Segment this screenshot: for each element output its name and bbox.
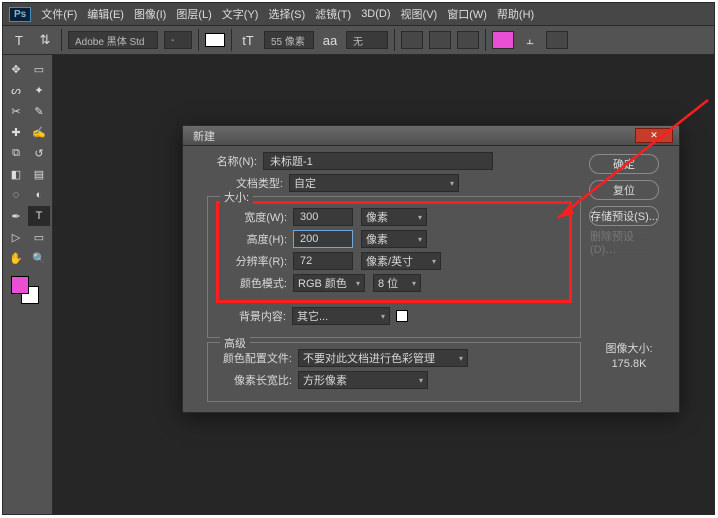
menubar: Ps 文件(F) 编辑(E) 图像(I) 图层(L) 文字(Y) 选择(S) 滤… xyxy=(3,3,714,25)
text-color-swatch[interactable] xyxy=(492,31,514,49)
menu-help[interactable]: 帮助(H) xyxy=(497,6,534,22)
image-size-label: 图像大小: xyxy=(589,340,669,356)
history-brush-tool[interactable]: ↺ xyxy=(28,143,50,163)
colormode-label: 颜色模式: xyxy=(225,275,293,291)
path-tool[interactable]: ▷ xyxy=(5,227,27,247)
menu-view[interactable]: 视图(V) xyxy=(401,6,438,22)
save-preset-button[interactable]: 存储预设(S)... xyxy=(589,206,659,226)
background-select[interactable]: 其它... xyxy=(292,307,390,325)
marquee-tool[interactable]: ▭ xyxy=(28,59,50,79)
zoom-tool[interactable]: 🔍 xyxy=(28,248,50,268)
antialias-icon: aa xyxy=(320,30,340,50)
ps-logo: Ps xyxy=(9,7,31,22)
menu-image[interactable]: 图像(I) xyxy=(134,6,166,22)
move-tool[interactable]: ✥ xyxy=(5,59,27,79)
size-icon: tT xyxy=(238,30,258,50)
toolbox: ✥▭ ᔕ✦ ✂✎ ✚✍ ⧉↺ ◧▤ ◌◐ ✒T ▷▭ ✋🔍 xyxy=(3,55,53,514)
width-label: 宽度(W): xyxy=(225,209,293,225)
size-legend: 大小: xyxy=(220,189,253,205)
background-color-swatch-small[interactable] xyxy=(396,310,408,322)
crop-tool[interactable]: ✂ xyxy=(5,101,27,121)
highlight-box: 宽度(W): 300 像素 高度(H): 200 像素 分辨率(R): 72 xyxy=(216,201,572,303)
height-label: 高度(H): xyxy=(225,231,293,247)
name-label: 名称(N): xyxy=(193,153,263,169)
options-bar: T ⇅ Adobe 黑体 Std - tT 55 像素 aa 无 ⫠ xyxy=(3,25,714,55)
ok-button[interactable]: 确定 xyxy=(589,154,659,174)
menu-filter[interactable]: 滤镜(T) xyxy=(315,6,351,22)
blur-tool[interactable]: ◌ xyxy=(5,185,27,205)
delete-preset-button: 删除预设(D)… xyxy=(589,232,659,252)
aspect-label: 像素长宽比: xyxy=(216,372,298,388)
wand-tool[interactable]: ✦ xyxy=(28,80,50,100)
new-document-dialog: 新建 ✕ 名称(N): 未标题-1 文档类型: 自定 大小: 宽度(W): 30… xyxy=(182,125,680,413)
doctype-select[interactable]: 自定 xyxy=(289,174,459,192)
stamp-tool[interactable]: ⧉ xyxy=(5,143,27,163)
height-unit-select[interactable]: 像素 xyxy=(361,230,427,248)
type-tool-icon: T xyxy=(9,30,29,50)
shape-tool[interactable]: ▭ xyxy=(28,227,50,247)
resolution-unit-select[interactable]: 像素/英寸 xyxy=(361,252,441,270)
menu-type[interactable]: 文字(Y) xyxy=(222,6,259,22)
resolution-label: 分辨率(R): xyxy=(225,253,293,269)
align-right-button[interactable] xyxy=(457,31,479,49)
advanced-fieldset: 高级 颜色配置文件: 不要对此文档进行色彩管理 像素长宽比: 方形像素 xyxy=(207,342,581,402)
eraser-tool[interactable]: ◧ xyxy=(5,164,27,184)
width-input[interactable]: 300 xyxy=(293,208,353,226)
foreground-color-swatch[interactable] xyxy=(11,276,29,294)
aspect-select[interactable]: 方形像素 xyxy=(298,371,428,389)
gradient-tool[interactable]: ▤ xyxy=(28,164,50,184)
menu-edit[interactable]: 编辑(E) xyxy=(87,6,124,22)
character-panel-button[interactable] xyxy=(546,31,568,49)
warp-text-icon[interactable]: ⫠ xyxy=(520,30,540,50)
brush-tool[interactable]: ✍ xyxy=(28,122,50,142)
menu-3d[interactable]: 3D(D) xyxy=(361,8,390,20)
color-picker[interactable] xyxy=(5,274,50,306)
colormode-select[interactable]: RGB 颜色 xyxy=(293,274,365,292)
background-label: 背景内容: xyxy=(216,308,292,324)
hand-tool[interactable]: ✋ xyxy=(5,248,27,268)
menu-file[interactable]: 文件(F) xyxy=(41,6,77,22)
font-size-select[interactable]: 55 像素 xyxy=(264,31,314,49)
lasso-tool[interactable]: ᔕ xyxy=(5,80,27,100)
dialog-titlebar[interactable]: 新建 ✕ xyxy=(183,126,679,146)
heal-tool[interactable]: ✚ xyxy=(5,122,27,142)
close-button[interactable]: ✕ xyxy=(635,128,673,143)
bitdepth-select[interactable]: 8 位 xyxy=(373,274,421,292)
reset-button[interactable]: 复位 xyxy=(589,180,659,200)
antialias-select[interactable]: 无 xyxy=(346,31,388,49)
type-tool[interactable]: T xyxy=(28,206,50,226)
align-center-button[interactable] xyxy=(429,31,451,49)
height-input[interactable]: 200 xyxy=(293,230,353,248)
name-input[interactable]: 未标题-1 xyxy=(263,152,493,170)
profile-label: 颜色配置文件: xyxy=(216,350,298,366)
menu-select[interactable]: 选择(S) xyxy=(268,6,305,22)
orientation-icon[interactable]: ⇅ xyxy=(35,30,55,50)
font-family-select[interactable]: Adobe 黑体 Std xyxy=(68,31,158,49)
dodge-tool[interactable]: ◐ xyxy=(28,185,50,205)
align-left-button[interactable] xyxy=(401,31,423,49)
font-style-select[interactable]: - xyxy=(164,31,192,49)
pen-tool[interactable]: ✒ xyxy=(5,206,27,226)
resolution-input[interactable]: 72 xyxy=(293,252,353,270)
dialog-title: 新建 xyxy=(193,128,215,144)
size-fieldset: 大小: 宽度(W): 300 像素 高度(H): 200 像素 xyxy=(207,196,581,338)
menu-window[interactable]: 窗口(W) xyxy=(447,6,487,22)
eyedropper-tool[interactable]: ✎ xyxy=(28,101,50,121)
menu-layer[interactable]: 图层(L) xyxy=(176,6,211,22)
profile-select[interactable]: 不要对此文档进行色彩管理 xyxy=(298,349,468,367)
color-swatch-white[interactable] xyxy=(205,33,225,47)
advanced-legend: 高级 xyxy=(220,335,250,351)
image-size-value: 175.8K xyxy=(589,358,669,370)
width-unit-select[interactable]: 像素 xyxy=(361,208,427,226)
